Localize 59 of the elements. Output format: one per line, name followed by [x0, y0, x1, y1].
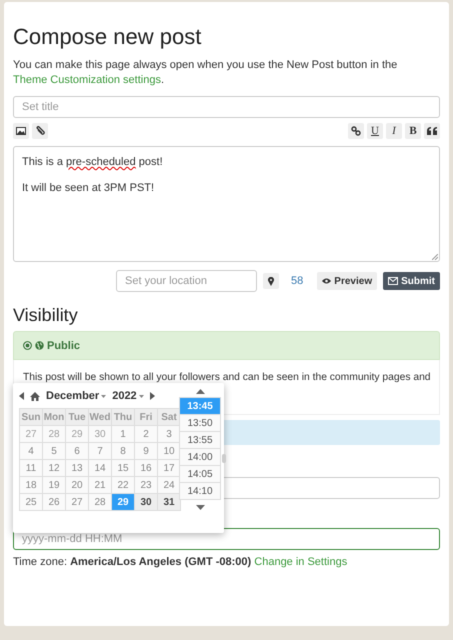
- image-button[interactable]: [13, 123, 29, 139]
- visibility-option[interactable]: Public: [13, 331, 440, 360]
- time-option[interactable]: 14:00: [180, 449, 220, 465]
- eye-icon: [322, 278, 332, 284]
- location-button[interactable]: [263, 273, 280, 289]
- link-button[interactable]: [348, 123, 364, 139]
- quote-icon: [427, 127, 437, 135]
- paperclip-icon: [36, 126, 44, 136]
- post-body-field[interactable]: This is a pre-scheduled post! It will be seen at 3PM PST!: [13, 146, 440, 262]
- preview-button[interactable]: Preview: [317, 272, 378, 290]
- bold-button[interactable]: B: [405, 123, 421, 139]
- italic-button[interactable]: I: [386, 123, 402, 139]
- settings-link[interactable]: Theme Customization settings: [13, 74, 161, 86]
- time-option[interactable]: 13:50: [180, 415, 220, 431]
- section-heading: Visibility: [13, 305, 79, 326]
- caret-icon: [138, 394, 144, 398]
- title-field[interactable]: Set title: [13, 96, 440, 118]
- time-option[interactable]: 13:45: [180, 398, 220, 414]
- misspelled-word: pre-scheduled: [66, 156, 136, 168]
- quote-button[interactable]: [424, 123, 440, 139]
- weekday-header: Sun: [20, 409, 42, 425]
- scroll-down-button[interactable]: [196, 505, 204, 510]
- scroll-up-button[interactable]: [196, 389, 204, 394]
- page-title: Compose new post: [13, 24, 202, 50]
- map-pin-icon: [268, 276, 274, 286]
- location-field[interactable]: Set your location: [116, 270, 258, 292]
- envelope-icon: [388, 277, 398, 285]
- weekday-header: Tue: [66, 409, 88, 425]
- weekday-header: Mon: [43, 409, 65, 425]
- calendar-day[interactable]: 30: [135, 494, 157, 510]
- underline-button[interactable]: U: [367, 123, 383, 139]
- intro-text: You can make this page always open when you use the New Post button in the Theme Customization settings.: [13, 58, 398, 88]
- image-icon: [16, 127, 26, 135]
- character-count: 58: [291, 275, 304, 287]
- radio-button[interactable]: [23, 341, 32, 350]
- option-label: Public: [47, 340, 80, 352]
- time-option[interactable]: 13:55: [180, 432, 220, 448]
- attach-button[interactable]: [32, 123, 48, 139]
- timezone-text: Time zone: America/Los Angeles (GMT -08:00) Change in Settings: [13, 556, 348, 568]
- today-button[interactable]: [30, 392, 40, 400]
- weekday-header: Fri: [135, 409, 157, 425]
- calendar-day[interactable]: 31: [158, 494, 180, 510]
- caret-icon: [101, 394, 106, 398]
- submit-button[interactable]: Submit: [383, 272, 440, 290]
- previous-month-button[interactable]: [19, 392, 24, 400]
- weekday-header: Sat: [158, 409, 180, 425]
- year-select[interactable]: 2022: [112, 390, 144, 402]
- weekday-header: Wed: [89, 409, 111, 425]
- next-month-button[interactable]: [150, 392, 155, 400]
- time-option[interactable]: 14:10: [180, 483, 220, 499]
- globe-icon: [35, 341, 44, 350]
- change-settings-link[interactable]: Change in Settings: [254, 556, 348, 568]
- month-select[interactable]: December: [46, 390, 106, 402]
- link-icon: [351, 126, 361, 136]
- time-option[interactable]: 14:05: [180, 466, 220, 482]
- weekday-header: Thu: [112, 409, 134, 425]
- resize-handle-icon[interactable]: [432, 254, 438, 260]
- calendar-day[interactable]: 29: [112, 494, 134, 510]
- option-description: This post will be shown to all your followers and can be seen in the community pages and: [23, 371, 430, 385]
